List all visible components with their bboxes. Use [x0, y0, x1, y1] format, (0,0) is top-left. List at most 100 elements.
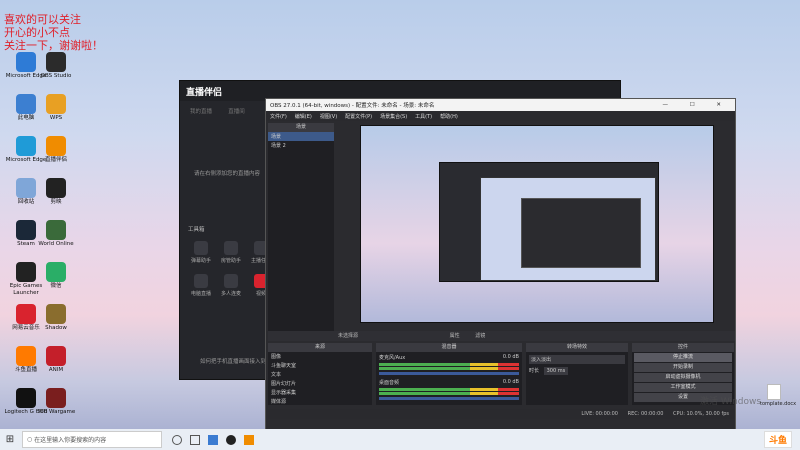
status-bar: LIVE: 00:00:00 REC: 00:00:00 CPU: 10.0%,… — [268, 409, 735, 419]
danmu-icon — [194, 241, 208, 255]
helper-app-name: 直播伴侣 — [186, 87, 223, 98]
explorer-icon[interactable] — [208, 434, 218, 445]
tool-danmu[interactable]: 弹幕助手 — [186, 241, 216, 264]
window-controls[interactable]: — ☐ ✕ — [662, 102, 731, 108]
app-icon — [46, 178, 66, 198]
duration-label: 时长 — [529, 368, 540, 374]
overlay-line1: 喜欢的可以关注 — [4, 13, 81, 26]
tool-multi[interactable]: 多人连麦 — [216, 274, 246, 297]
preview-canvas[interactable] — [360, 125, 714, 323]
app-icon — [16, 388, 36, 408]
app-icon — [16, 346, 36, 366]
multi-icon — [224, 274, 238, 288]
menu-file[interactable]: 文件(F) — [270, 113, 287, 120]
app-icon — [46, 304, 66, 324]
desktop-icon[interactable]: WPS — [34, 94, 78, 122]
obs-menu: 文件(F) 编辑(E) 视图(V) 配置文件(P) 场景集合(S) 工具(T) … — [266, 111, 735, 121]
menu-tools[interactable]: 工具(T) — [415, 113, 432, 120]
volume-slider[interactable] — [379, 397, 519, 400]
virtual-camera-button[interactable]: 启动虚拟摄像机 — [634, 373, 732, 382]
app-icon — [16, 262, 36, 282]
mixer-channel: 桌面音频 0.0 dB — [376, 377, 522, 402]
source-item[interactable]: 媒体源 — [268, 397, 372, 406]
audio-meter — [379, 388, 519, 391]
source-toolbar: 未选择源 属性 滤镜 — [268, 331, 735, 341]
menu-edit[interactable]: 编辑(E) — [295, 113, 312, 120]
desktop-icon[interactable]: 剪映 — [34, 178, 78, 206]
scene-item[interactable]: 场景 — [268, 132, 334, 141]
desktop-icon-label: 直播伴侣 — [44, 157, 67, 163]
taskbar-apps — [172, 434, 254, 445]
source-item[interactable]: 图片幻灯片 — [268, 379, 372, 388]
start-icon[interactable]: ⊞ — [0, 429, 20, 450]
app-icon — [16, 220, 36, 240]
start-recording-button[interactable]: 开始录制 — [634, 363, 732, 372]
desktop-icon[interactable]: ANIM — [34, 346, 78, 374]
douyu-logo: 斗鱼 — [763, 431, 792, 448]
taskbar: ⊞ ○ 在这里输入你要搜索的内容 斗鱼 — [0, 429, 800, 450]
overlay-line2: 开心的小不点 — [4, 26, 70, 39]
helper-center-text: 请在右侧添加您的直播内容 — [194, 171, 261, 177]
file-icon — [767, 384, 781, 400]
activation-watermark: 激活 Windows — [700, 397, 762, 407]
desktop-file[interactable]: tomplate.docx — [760, 384, 796, 407]
scene-item[interactable]: 场景 2 — [268, 141, 334, 150]
transition-panel: 转场特效 淡入淡出 时长 300 ms — [526, 343, 628, 405]
duration-input[interactable]: 300 ms — [543, 367, 569, 375]
properties-button[interactable]: 属性 — [450, 333, 460, 339]
app-icon — [16, 304, 36, 324]
app-icon — [46, 52, 66, 72]
desktop-icon-label: Shadow — [45, 325, 67, 331]
scenes-header: 场景 — [268, 123, 334, 132]
audio-meter — [379, 367, 519, 370]
scenes-panel: 场景 场景 场景 2 — [268, 123, 334, 331]
app-icon — [46, 262, 66, 282]
helper-tab-my-live[interactable]: 我的直播 — [190, 109, 212, 115]
desktop-icon-label: 360 Wargame — [36, 409, 76, 415]
desktop-icon[interactable]: 360 Wargame — [34, 388, 78, 416]
app-icon — [46, 136, 66, 156]
task-view-icon[interactable] — [190, 434, 200, 445]
controls-header: 控件 — [632, 343, 734, 352]
desktop-icon[interactable]: 微信 — [34, 262, 78, 290]
desktop-icon[interactable]: 直播伴侣 — [34, 136, 78, 164]
desktop-icon-label: WPS — [49, 115, 63, 121]
mixer-header: 混音器 — [376, 343, 522, 352]
overlay-line3: 关注一下，谢谢啦！ — [4, 39, 103, 52]
tool-admin[interactable]: 房管助手 — [216, 241, 246, 264]
transition-select[interactable]: 淡入淡出 — [529, 355, 625, 364]
rec-status: REC: 00:00:00 — [627, 411, 664, 417]
cpu-status: CPU: 10.0%, 30.00 fps — [673, 411, 729, 417]
admin-icon — [224, 241, 238, 255]
audio-meter — [379, 363, 519, 366]
app-icon — [16, 136, 36, 156]
cortana-icon[interactable] — [172, 434, 182, 445]
mixer-channel: 麦克风/Aux 0.0 dB — [376, 352, 522, 377]
stop-streaming-button[interactable]: 停止推流 — [634, 353, 732, 362]
filters-button[interactable]: 滤镜 — [475, 333, 485, 339]
preview-nested-window — [439, 162, 659, 282]
app-icon — [46, 94, 66, 114]
source-item[interactable]: 文本 — [268, 370, 372, 379]
menu-profile[interactable]: 配置文件(P) — [345, 113, 372, 120]
search-icon: ○ — [27, 436, 35, 443]
helper-taskbar-icon[interactable] — [244, 434, 254, 445]
menu-help[interactable]: 帮助(H) — [440, 113, 458, 120]
obs-window[interactable]: OBS 27.0.1 (64-bit, windows) - 配置文件: 未命名… — [265, 98, 736, 430]
helper-tools-title: 工具箱 — [188, 227, 205, 233]
volume-slider[interactable] — [379, 372, 519, 375]
audio-meter — [379, 392, 519, 395]
obs-taskbar-icon[interactable] — [226, 434, 236, 445]
menu-view[interactable]: 视图(V) — [320, 113, 337, 120]
taskbar-search[interactable]: ○ 在这里输入你要搜索的内容 — [22, 431, 162, 448]
desktop-icon[interactable]: World Online — [34, 220, 78, 248]
source-item[interactable]: 图像 — [268, 352, 372, 361]
helper-tab-room[interactable]: 直播间 — [228, 109, 245, 115]
source-item[interactable]: 斗鱼聊天室 — [268, 361, 372, 370]
desktop-icon[interactable]: OBS Studio — [34, 52, 78, 80]
tool-pc-live[interactable]: 电脑直播 — [186, 274, 216, 297]
source-item[interactable]: 显示器采集 — [268, 388, 372, 397]
desktop-icon[interactable]: Shadow — [34, 304, 78, 332]
studio-mode-button[interactable]: 工作室模式 — [634, 383, 732, 392]
menu-scene-collection[interactable]: 场景集合(S) — [380, 113, 407, 120]
